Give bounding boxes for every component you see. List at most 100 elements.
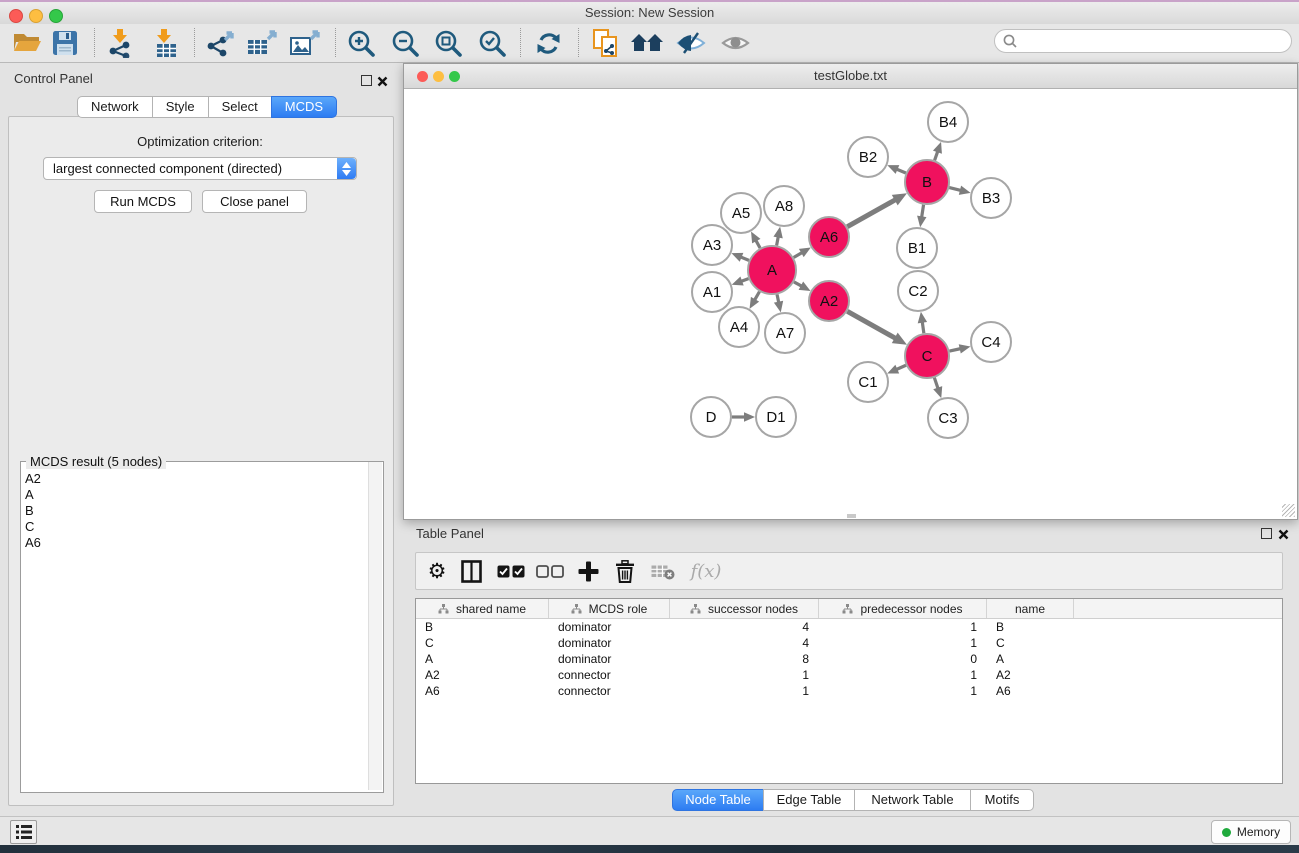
export-table-button[interactable] — [243, 25, 281, 61]
zoom-in-button[interactable] — [342, 25, 380, 61]
table-row[interactable]: A6 connector 1 1 A6 — [416, 683, 1282, 699]
graph-edge-A-A8[interactable] — [777, 236, 779, 245]
control-panel-float-icon[interactable] — [361, 75, 372, 86]
list-item[interactable]: A — [25, 487, 41, 503]
search-field[interactable] — [994, 29, 1292, 53]
graph-edge-C-C1[interactable] — [896, 365, 906, 369]
zoom-out-button[interactable] — [386, 25, 424, 61]
network-window-title: testGlobe.txt — [404, 64, 1297, 88]
close-window-button[interactable] — [9, 9, 23, 23]
column-selector-button[interactable] — [454, 553, 488, 589]
tab-network[interactable]: Network — [77, 96, 153, 118]
graph-edge-C-C3[interactable] — [934, 378, 938, 389]
function-builder-icon: f(x) — [691, 561, 722, 582]
delete-button[interactable] — [608, 553, 642, 589]
graph-edge-A-A6[interactable] — [794, 253, 803, 258]
run-mcds-button[interactable]: Run MCDS — [94, 190, 192, 213]
graph-edge-A-A1[interactable] — [741, 279, 748, 282]
graph-edge-arrow — [959, 344, 971, 353]
eye-button[interactable] — [716, 25, 754, 61]
import-network-button[interactable] — [102, 25, 140, 61]
network-maximize-button[interactable] — [449, 71, 460, 82]
graph-edge-B-B3[interactable] — [949, 188, 961, 191]
tab-motifs[interactable]: Motifs — [970, 789, 1034, 811]
list-item[interactable]: C — [25, 519, 41, 535]
task-history-button[interactable] — [10, 820, 37, 844]
optimization-criterion-dropdown[interactable]: largest connected component (directed) — [43, 157, 357, 180]
network-canvas[interactable]: ABCA6A2A1A3A4A5A7A8B1B2B3B4C1C2C3C4DD1 — [404, 88, 1297, 519]
scrollbar-hint[interactable] — [847, 514, 856, 518]
tab-select[interactable]: Select — [208, 96, 272, 118]
graph-edge-B-B2[interactable] — [897, 169, 906, 173]
network-window-titlebar[interactable]: testGlobe.txt — [404, 64, 1297, 89]
graph-edge-A-A5[interactable] — [756, 240, 760, 248]
graph-node-label: A1 — [703, 284, 721, 301]
home-view-button[interactable] — [628, 25, 666, 61]
list-item[interactable]: B — [25, 503, 41, 519]
table-panel-float-icon[interactable] — [1261, 528, 1272, 539]
tab-style[interactable]: Style — [152, 96, 209, 118]
window-resize-grip[interactable] — [1282, 504, 1295, 517]
cell-shared-name: A6 — [416, 684, 549, 698]
import-table-button[interactable] — [146, 25, 184, 61]
maximize-window-button[interactable] — [49, 9, 63, 23]
list-item[interactable]: A2 — [25, 471, 41, 487]
memory-label: Memory — [1237, 825, 1280, 839]
select-all-button[interactable] — [494, 553, 528, 589]
graph-edge-A-A4[interactable] — [755, 292, 760, 301]
mcds-result-scrollbar[interactable] — [368, 462, 382, 790]
graph-edge-arrow — [917, 216, 926, 228]
tab-mcds[interactable]: MCDS — [271, 96, 337, 118]
export-image-button[interactable] — [286, 25, 324, 61]
hide-graphics-details-button[interactable] — [672, 25, 710, 61]
table-row[interactable]: B dominator 4 1 B — [416, 619, 1282, 635]
graph-edge-A2-C[interactable] — [847, 311, 895, 338]
export-table-icon — [246, 28, 278, 58]
zoom-selected-button[interactable] — [473, 25, 511, 61]
column-header-predecessor-nodes[interactable]: predecessor nodes — [819, 599, 987, 618]
add-column-button[interactable] — [571, 553, 605, 589]
minimize-window-button[interactable] — [29, 9, 43, 23]
column-header-shared-name[interactable]: shared name — [416, 599, 549, 618]
memory-button[interactable]: Memory — [1211, 820, 1291, 844]
main-toolbar — [0, 24, 1299, 63]
table-row[interactable]: A dominator 8 0 A — [416, 651, 1282, 667]
column-header-name[interactable]: name — [987, 599, 1074, 618]
search-input[interactable] — [1021, 30, 1287, 52]
deselect-all-button[interactable] — [533, 553, 567, 589]
close-panel-button[interactable]: Close panel — [202, 190, 307, 213]
graph-edge-B-B1[interactable] — [922, 205, 924, 218]
new-network-from-selection-button[interactable] — [587, 25, 625, 61]
open-session-button[interactable] — [8, 25, 46, 61]
table-row[interactable]: A2 connector 1 1 A2 — [416, 667, 1282, 683]
graph-edge-A-A3[interactable] — [741, 257, 749, 260]
graph-edge-arrow — [773, 227, 782, 239]
graph-edge-A-A2[interactable] — [794, 282, 802, 286]
graph-edge-C-C2[interactable] — [922, 322, 924, 334]
list-icon — [16, 825, 32, 839]
graph-edge-C-C4[interactable] — [949, 349, 960, 351]
graph-edge-A-A7[interactable] — [777, 294, 779, 302]
graph-edge-B-B4[interactable] — [935, 151, 938, 160]
save-session-button[interactable] — [46, 25, 84, 61]
column-header-mcds-role[interactable]: MCDS role — [549, 599, 670, 618]
delete-table-button[interactable] — [646, 553, 680, 589]
table-panel-close-icon[interactable] — [1278, 527, 1289, 545]
graph-edge-arrow — [774, 301, 783, 313]
tab-network-table[interactable]: Network Table — [854, 789, 971, 811]
control-panel-close-icon[interactable] — [377, 74, 388, 92]
graph-edge-A6-B[interactable] — [847, 200, 895, 227]
column-header-successor-nodes[interactable]: successor nodes — [670, 599, 819, 618]
list-item[interactable]: A6 — [25, 535, 41, 551]
network-minimize-button[interactable] — [433, 71, 444, 82]
tab-edge-table[interactable]: Edge Table — [763, 789, 855, 811]
zoom-fit-button[interactable] — [429, 25, 467, 61]
gear-button[interactable]: ⚙ — [420, 553, 454, 589]
refresh-button[interactable] — [529, 25, 567, 61]
function-builder-button[interactable]: f(x) — [684, 553, 728, 589]
tab-node-table[interactable]: Node Table — [672, 789, 764, 811]
network-close-button[interactable] — [417, 71, 428, 82]
cell-mcds-role: dominator — [549, 620, 670, 634]
table-row[interactable]: C dominator 4 1 C — [416, 635, 1282, 651]
export-network-button[interactable] — [202, 25, 240, 61]
